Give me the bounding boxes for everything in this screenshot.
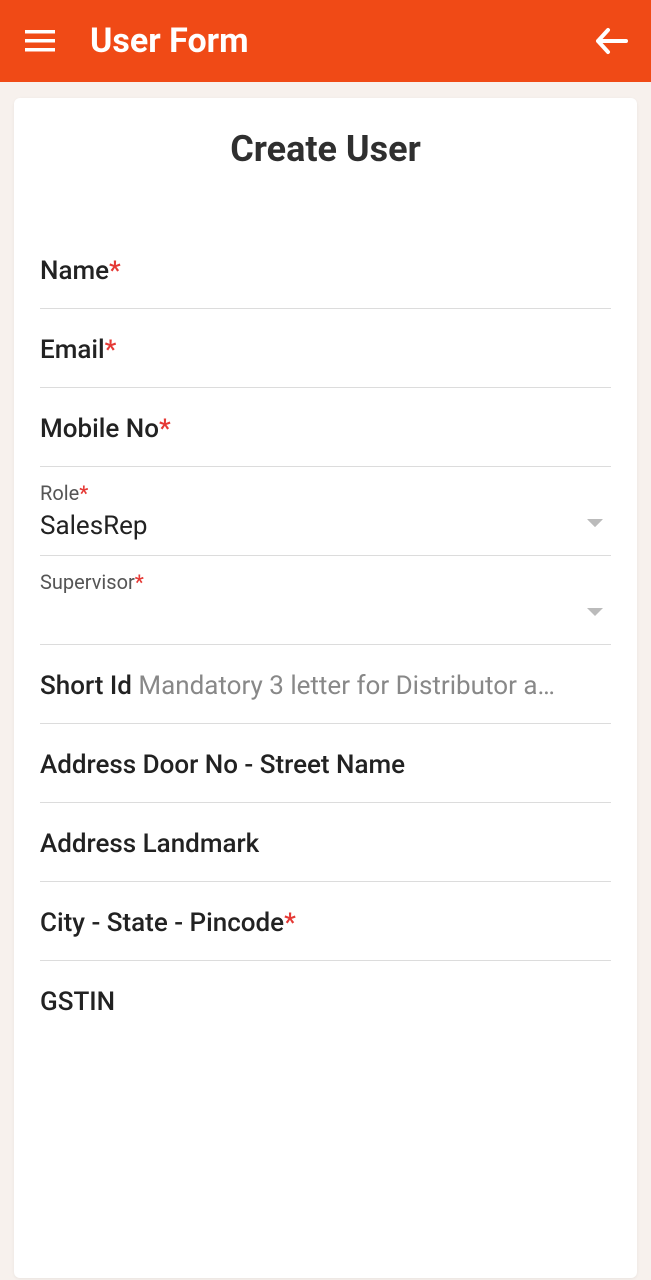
supervisor-label: Supervisor* [40,570,611,594]
supervisor-value [40,600,611,630]
mobile-label: Mobile No* [40,414,171,444]
card-title: Create User [14,128,637,170]
shortid-field[interactable]: Short Id Mandatory 3 letter for Distribu… [40,645,611,724]
back-icon[interactable] [591,21,631,61]
city-label: City - State - Pincode* [40,908,296,938]
name-field[interactable]: Name* [40,230,611,309]
role-select[interactable]: Role* SalesRep [40,467,611,556]
chevron-down-icon [587,603,603,622]
mobile-field[interactable]: Mobile No* [40,388,611,467]
gstin-label: GSTIN [40,987,115,1017]
role-label: Role* [40,481,611,505]
email-label: Email* [40,335,116,365]
address2-field[interactable]: Address Landmark [40,803,611,882]
name-label: Name* [40,256,121,286]
address2-label: Address Landmark [40,829,259,859]
role-value: SalesRep [40,511,148,541]
menu-icon[interactable] [22,23,58,59]
address1-field[interactable]: Address Door No - Street Name [40,724,611,803]
shortid-label: Short Id Mandatory 3 letter for Distribu… [40,671,555,701]
city-field[interactable]: City - State - Pincode* [40,882,611,961]
chevron-down-icon [587,514,603,533]
email-field[interactable]: Email* [40,309,611,388]
form-card: Create User Name* Email* Mobile No* Role… [14,98,637,1278]
address1-label: Address Door No - Street Name [40,750,405,780]
app-bar: User Form [0,0,651,82]
page-title: User Form [90,21,591,61]
supervisor-select[interactable]: Supervisor* [40,556,611,645]
gstin-field[interactable]: GSTIN [40,961,611,1039]
